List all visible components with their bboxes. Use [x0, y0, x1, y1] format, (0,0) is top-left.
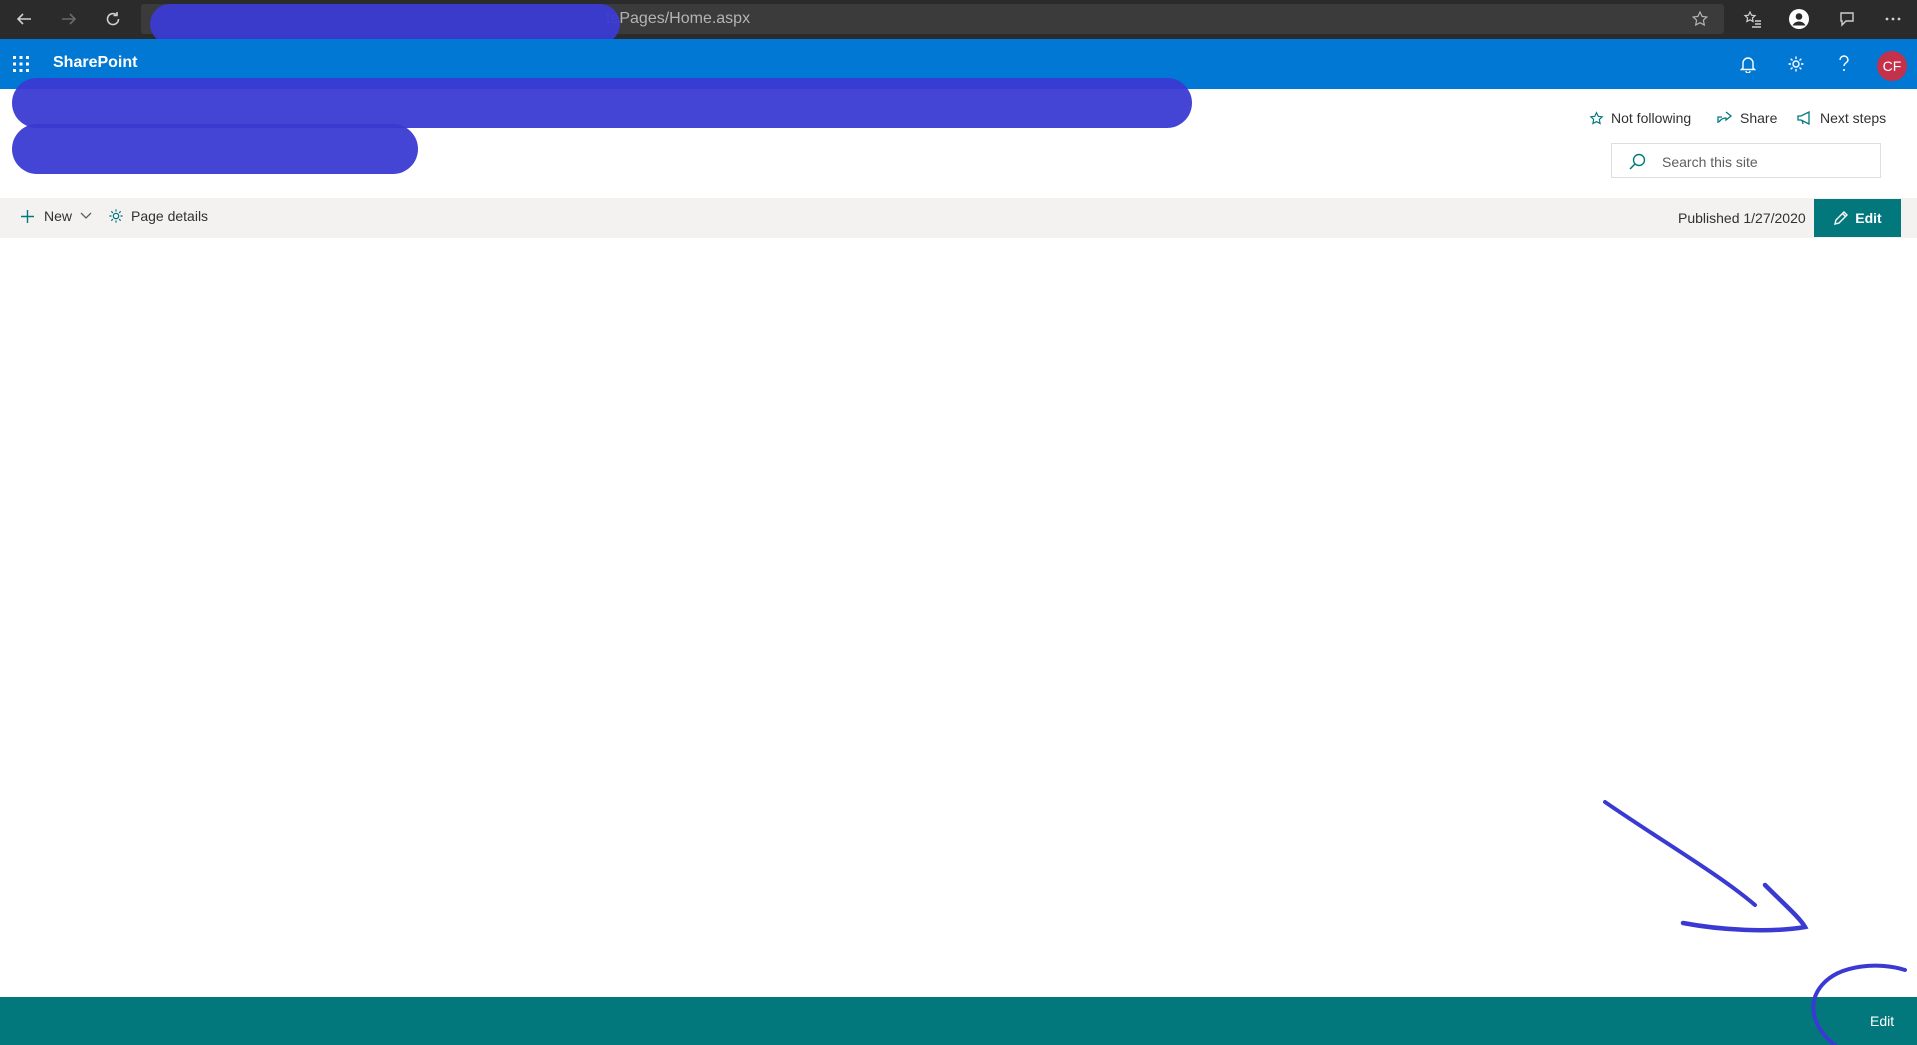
published-status: Published 1/27/2020: [1678, 210, 1806, 226]
notifications-button[interactable]: [1735, 51, 1761, 77]
bell-icon: [1740, 57, 1756, 73]
search-icon: [1629, 153, 1646, 170]
next-steps-label: Next steps: [1820, 110, 1887, 126]
page-details-button[interactable]: Page details: [108, 208, 208, 224]
redaction-scribble: [12, 78, 1192, 128]
share-icon: [1717, 111, 1733, 123]
redaction-scribble: [12, 124, 418, 174]
app-launcher-button[interactable]: [8, 51, 34, 77]
bottom-edit-bar: Edit: [0, 997, 1917, 1045]
search-input[interactable]: [1660, 144, 1874, 179]
address-text: tePages/Home.aspx: [606, 10, 751, 27]
gear-icon: [109, 209, 123, 223]
favorites-button[interactable]: [1740, 6, 1766, 32]
gear-icon: [1788, 56, 1804, 72]
profile-icon: [1789, 9, 1809, 29]
follow-label: Not following: [1611, 110, 1692, 126]
back-arrow-icon: [16, 13, 31, 25]
new-label: New: [44, 208, 73, 224]
avatar[interactable]: CF: [1877, 51, 1907, 81]
bottom-edit-button[interactable]: Edit: [1870, 1013, 1894, 1029]
next-steps-button[interactable]: Next steps: [1797, 110, 1886, 126]
edit-label: Edit: [1855, 210, 1882, 226]
forward-arrow-icon: [62, 13, 77, 25]
follow-button[interactable]: Not following: [1589, 110, 1691, 126]
annotation-arrowhead: [1680, 882, 1809, 933]
megaphone-icon: [1797, 111, 1810, 125]
feedback-icon: [1840, 12, 1854, 27]
favorites-list-icon: [1743, 10, 1761, 28]
suite-title[interactable]: SharePoint: [53, 54, 137, 72]
plus-icon: [21, 209, 34, 223]
site-search-box[interactable]: [1611, 143, 1881, 179]
back-button[interactable]: [11, 6, 37, 32]
annotation-arrow: [1603, 800, 1757, 907]
ellipsis-icon: [1885, 17, 1901, 21]
help-button[interactable]: [1831, 51, 1857, 77]
settings-button[interactable]: [1783, 51, 1809, 77]
redaction-scribble: [150, 4, 620, 44]
refresh-icon: [106, 12, 120, 26]
share-label: Share: [1740, 110, 1778, 126]
profile-button[interactable]: [1786, 6, 1812, 32]
favorite-star-button[interactable]: [1687, 6, 1713, 32]
more-options-button[interactable]: [1880, 6, 1906, 32]
share-button[interactable]: Share: [1717, 110, 1777, 126]
edit-button[interactable]: Edit: [1814, 199, 1901, 237]
command-bar: New Page details Published 1/27/2020 Edi…: [0, 198, 1917, 238]
chevron-down-icon: [80, 212, 92, 219]
page-details-label: Page details: [131, 208, 209, 224]
pencil-icon: [1834, 210, 1849, 225]
star-outline-icon: [1589, 110, 1604, 125]
question-mark-icon: [1839, 55, 1849, 71]
new-button[interactable]: New: [20, 208, 92, 224]
feedback-button[interactable]: [1834, 6, 1860, 32]
waffle-icon: [13, 56, 29, 72]
forward-button[interactable]: [56, 6, 82, 32]
refresh-button[interactable]: [100, 6, 126, 32]
star-outline-icon: [1691, 10, 1709, 27]
